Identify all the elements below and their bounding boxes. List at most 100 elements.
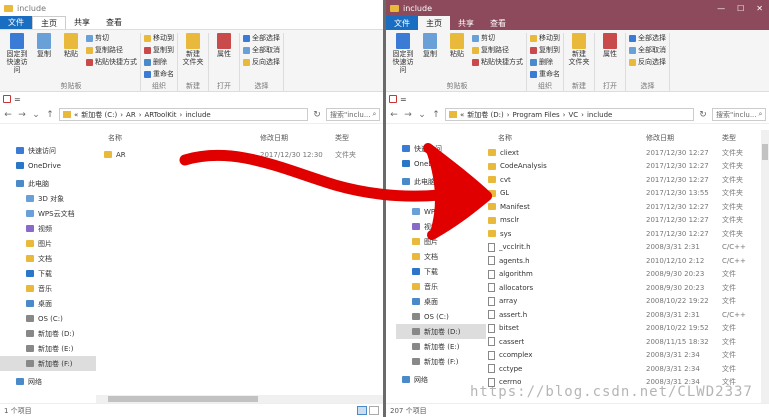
ribbon-small-button[interactable]: 反向选择 [243, 57, 280, 67]
refresh-icon[interactable]: ↻ [312, 110, 322, 120]
nav-item[interactable]: 3D 对象 [396, 189, 486, 204]
right-tab-share[interactable]: 共享 [450, 16, 482, 30]
left-tab-file[interactable]: 文件 [0, 16, 32, 29]
nav-item[interactable]: 下载 [396, 264, 486, 279]
left-tab-view[interactable]: 查看 [98, 16, 130, 29]
nav-item[interactable]: 新加卷 (F:) [0, 356, 96, 371]
column-name[interactable]: 名称 [486, 133, 646, 143]
ribbon-big-button[interactable]: 固定到 快速访问 [5, 33, 29, 74]
nav-item[interactable]: OS (C:) [396, 309, 486, 324]
breadcrumb-item[interactable]: VC [568, 111, 578, 119]
table-row[interactable]: cctype 2008/3/31 2:34 文件 [486, 362, 769, 376]
up-arrow-icon[interactable]: ↑ [45, 110, 55, 120]
nav-item[interactable]: 下载 [0, 266, 96, 281]
up-arrow-icon[interactable]: ↑ [431, 110, 441, 120]
breadcrumb-item[interactable]: Program Files [513, 111, 560, 119]
nav-item[interactable]: 音乐 [0, 281, 96, 296]
table-row[interactable]: cliext 2017/12/30 12:27 文件夹 [486, 146, 769, 160]
table-row[interactable]: Manifest 2017/12/30 12:27 文件夹 [486, 200, 769, 214]
ribbon-small-button[interactable]: 复制到 [530, 45, 560, 55]
ribbon-small-button[interactable]: 复制到 [144, 45, 174, 55]
nav-item[interactable]: 文档 [396, 249, 486, 264]
table-row[interactable]: cassert 2008/11/15 18:32 文件 [486, 335, 769, 349]
ribbon-small-button[interactable]: 重命名 [530, 69, 560, 79]
table-row[interactable]: assert.h 2008/3/31 2:31 C/C++ [486, 308, 769, 322]
ribbon-small-button[interactable]: 剪切 [86, 33, 137, 43]
breadcrumb-item[interactable]: include [185, 111, 210, 119]
ribbon-small-button[interactable]: 删除 [144, 57, 174, 67]
refresh-icon[interactable]: ↻ [698, 110, 708, 120]
column-date[interactable]: 修改日期 [260, 133, 335, 143]
forward-arrow-icon[interactable]: → [17, 110, 27, 120]
ribbon-big-button[interactable]: 固定到 快速访问 [391, 33, 415, 74]
maximize-icon[interactable]: ☐ [737, 4, 744, 13]
minimize-icon[interactable]: — [717, 4, 725, 13]
check-icon[interactable] [3, 95, 11, 103]
nav-item[interactable]: 网络 [0, 374, 96, 389]
nav-item[interactable]: 图片 [396, 234, 486, 249]
ribbon-small-button[interactable]: 重命名 [144, 69, 174, 79]
table-row[interactable]: sys 2017/12/30 12:27 文件夹 [486, 227, 769, 241]
right-tab-home[interactable]: 主页 [418, 16, 450, 30]
ribbon-big-button[interactable]: 复制 [32, 33, 56, 58]
check-icon[interactable] [389, 95, 397, 103]
left-tab-share[interactable]: 共享 [66, 16, 98, 29]
ribbon-small-button[interactable]: 复制路径 [472, 45, 523, 55]
table-row[interactable]: agents.h 2010/12/10 2:12 C/C++ [486, 254, 769, 268]
nav-item[interactable]: 此电脑 [0, 176, 96, 191]
back-arrow-icon[interactable]: ← [389, 110, 399, 120]
left-address-bar[interactable]: «新加卷 (C:) › AR › ARToolKit › include [59, 108, 308, 121]
breadcrumb-item[interactable]: AR [126, 111, 136, 119]
back-arrow-icon[interactable]: ← [3, 110, 13, 120]
breadcrumb-item[interactable]: « [460, 111, 464, 119]
nav-item[interactable]: 此电脑 [396, 174, 486, 189]
right-vertical-scrollbar[interactable] [761, 130, 769, 403]
nav-item[interactable]: WPS云文档 [396, 204, 486, 219]
nav-item[interactable]: 快速访问 [396, 141, 486, 156]
ribbon-big-button[interactable]: 复制 [418, 33, 442, 58]
ribbon-small-button[interactable]: 移动到 [530, 33, 560, 43]
left-search-input[interactable]: 搜索"inclu... ⌕ [326, 108, 380, 121]
breadcrumb-item[interactable]: ARToolKit [145, 111, 177, 119]
breadcrumb-item[interactable]: 新加卷 (C:) [81, 110, 117, 120]
table-row[interactable]: allocators 2008/9/30 20:23 文件 [486, 281, 769, 295]
chevron-down-icon[interactable]: ⌄ [417, 110, 427, 120]
ribbon-small-button[interactable]: 剪切 [472, 33, 523, 43]
breadcrumb-item[interactable]: 新加卷 (D:) [467, 110, 503, 120]
ribbon-big-button[interactable]: 粘贴 [445, 33, 469, 58]
table-row[interactable]: AR 2017/12/30 12:30 文件夹 [96, 148, 383, 162]
nav-item[interactable]: 图片 [0, 236, 96, 251]
table-row[interactable]: GL 2017/12/30 13:55 文件夹 [486, 187, 769, 201]
column-type[interactable]: 类型 [722, 133, 752, 143]
ribbon-small-button[interactable]: 全部选择 [243, 33, 280, 43]
table-row[interactable]: algorithm 2008/9/30 20:23 文件 [486, 268, 769, 282]
ribbon-big-button[interactable]: 新建 文件夹 [181, 33, 205, 66]
ribbon-small-button[interactable]: 粘贴快捷方式 [86, 57, 137, 67]
nav-item[interactable]: 新加卷 (D:) [0, 326, 96, 341]
table-row[interactable]: ccomplex 2008/3/31 2:34 文件 [486, 349, 769, 363]
nav-item[interactable]: OneDrive [396, 156, 486, 171]
ribbon-small-button[interactable]: 全部取消 [243, 45, 280, 55]
scroll-thumb[interactable] [762, 144, 768, 160]
nav-item[interactable]: 3D 对象 [0, 191, 96, 206]
left-horizontal-scrollbar[interactable] [96, 395, 383, 403]
table-row[interactable]: array 2008/10/22 19:22 文件 [486, 295, 769, 309]
nav-item[interactable]: 新加卷 (E:) [0, 341, 96, 356]
right-address-bar[interactable]: «新加卷 (D:) › Program Files › VC › include [445, 108, 694, 121]
nav-item[interactable]: 桌面 [0, 296, 96, 311]
forward-arrow-icon[interactable]: → [403, 110, 413, 120]
ribbon-small-button[interactable]: 全部取消 [629, 45, 666, 55]
nav-item[interactable]: 视频 [396, 219, 486, 234]
nav-item[interactable]: 新加卷 (E:) [396, 339, 486, 354]
chevron-down-icon[interactable]: ⌄ [31, 110, 41, 120]
nav-item[interactable]: 视频 [0, 221, 96, 236]
nav-item[interactable]: 新加卷 (D:) [396, 324, 486, 339]
details-view-icon[interactable] [357, 406, 367, 415]
breadcrumb-item[interactable]: « [74, 111, 78, 119]
nav-item[interactable]: OneDrive [0, 158, 96, 173]
right-search-input[interactable]: 搜索"inclu... ⌕ [712, 108, 766, 121]
table-row[interactable]: cvt 2017/12/30 12:27 文件夹 [486, 173, 769, 187]
nav-item[interactable]: 新加卷 (F:) [396, 354, 486, 369]
nav-item[interactable]: 文档 [0, 251, 96, 266]
left-tab-home[interactable]: 主页 [32, 16, 66, 29]
